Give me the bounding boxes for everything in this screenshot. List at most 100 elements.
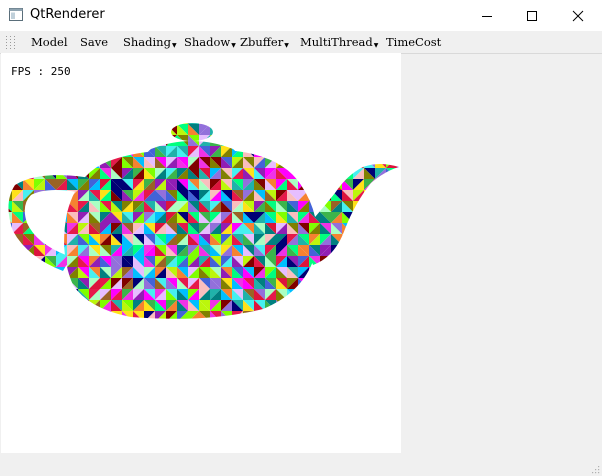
mesh-triangle [67,124,78,135]
mesh-triangle [364,212,375,223]
mesh-triangle [342,245,353,256]
mesh-triangle [386,135,397,146]
toolbar-zbuffer-menu[interactable]: Zbuffer▼ [240,33,289,51]
mesh-triangle [386,124,397,135]
toolbar-save-button[interactable]: Save [80,33,108,51]
mesh-triangle [45,322,56,333]
mesh-triangle [243,146,254,157]
mesh-triangle [12,289,23,300]
mesh-triangle [45,267,56,278]
mesh-triangle [309,146,320,157]
mesh-triangle [67,146,78,157]
mesh-triangle [8,256,12,267]
mesh-triangle [45,267,56,278]
mesh-triangle [320,267,331,278]
mesh-triangle [397,201,399,212]
mesh-triangle [353,256,364,267]
mesh-triangle [254,124,265,135]
mesh-triangle [144,124,155,135]
mesh-triangle [133,124,144,135]
mesh-triangle [177,322,188,333]
mesh-triangle [23,289,34,300]
mesh-triangle [353,245,364,256]
mesh-triangle [67,146,78,157]
mesh-triangle [232,123,243,124]
mesh-triangle [144,322,155,333]
mesh-triangle [353,212,364,223]
mesh-triangle [23,168,34,179]
toolbar-shading-menu[interactable]: Shading▼ [123,33,177,51]
mesh-triangle [331,168,342,179]
mesh-triangle [397,267,399,278]
toolbar-timecost-button[interactable]: TimeCost [386,33,441,51]
mesh-triangle [298,135,309,146]
mesh-triangle [331,256,342,267]
mesh-triangle [78,311,89,319]
maximize-button[interactable] [509,0,555,31]
mesh-triangle [364,278,375,289]
mesh-triangle [331,267,342,278]
mesh-triangle [8,179,12,190]
mesh-triangle [34,124,45,135]
mesh-triangle [56,123,67,124]
mesh-triangle [309,179,320,190]
mesh-triangle [276,135,287,146]
mesh-triangle [89,124,100,135]
mesh-triangle [298,311,309,319]
mesh-triangle [386,245,397,256]
mesh-triangle [375,311,386,319]
mesh-triangle [298,168,309,179]
mesh-triangle [276,123,287,124]
toolbar-shadow-menu[interactable]: Shadow▼ [184,33,236,51]
mesh-triangle [56,146,67,157]
mesh-triangle [386,256,397,267]
mesh-triangle [309,124,320,135]
mesh-triangle [210,124,221,135]
mesh-triangle [276,124,287,135]
mesh-triangle [298,168,309,179]
mesh-triangle [364,278,375,289]
mesh-triangle [353,212,364,223]
mesh-triangle [133,146,144,157]
title-bar[interactable]: QtRenderer [0,0,602,31]
mesh-triangle [221,322,232,333]
mesh-triangle [23,267,34,278]
mesh-triangle [397,212,399,223]
mesh-triangle [144,135,155,146]
mesh-triangle [364,190,375,201]
mesh-triangle [386,289,397,300]
mesh-triangle [8,245,12,256]
mesh-triangle [353,300,364,311]
mesh-triangle [45,278,56,289]
mesh-triangle [276,322,287,333]
mesh-triangle [287,146,298,157]
mesh-triangle [34,223,45,234]
mesh-triangle [67,300,78,311]
mesh-triangle [364,234,375,245]
mesh-triangle [111,124,122,135]
mesh-triangle [78,322,89,333]
close-button[interactable] [555,0,601,31]
toolbar-multithread-menu[interactable]: MultiThread▼ [300,33,378,51]
toolbar-model-button[interactable]: Model [31,33,68,51]
mesh-triangle [276,311,287,319]
toolbar-grip-icon[interactable] [4,34,18,50]
mesh-triangle [353,278,364,289]
mesh-triangle [45,190,56,201]
mesh-triangle [353,278,364,289]
mesh-triangle [45,212,56,223]
render-viewport[interactable]: FPS : 250 [1,53,401,453]
mesh-triangle [100,135,111,146]
mesh-triangle [100,146,111,157]
mesh-triangle [375,256,386,267]
mesh-triangle [89,322,100,333]
mesh-triangle [34,201,45,212]
mesh-triangle [375,201,386,212]
mesh-triangle [34,311,45,319]
mesh-triangle [188,322,199,333]
mesh-triangle [386,300,397,311]
size-grip-icon[interactable] [590,464,600,474]
minimize-button[interactable] [464,0,510,31]
mesh-triangle [397,278,399,289]
mesh-triangle [34,212,45,223]
